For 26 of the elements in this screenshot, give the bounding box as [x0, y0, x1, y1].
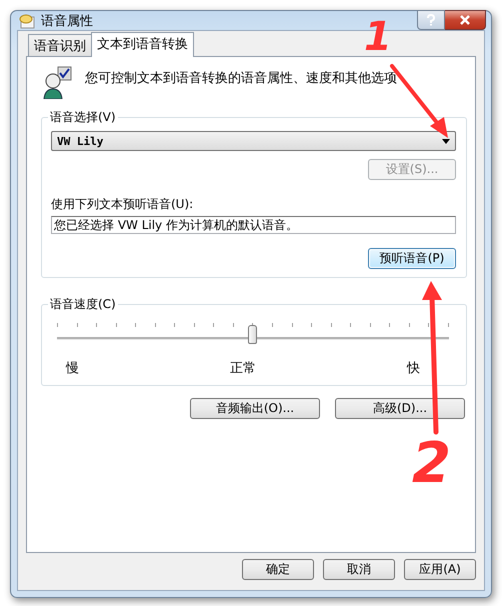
dialog-button[interactable]: 应用(A) [404, 559, 476, 580]
preview-label: 使用下列文本预听语音(U): [51, 196, 194, 213]
voice-dropdown[interactable]: VW Lily [51, 131, 456, 151]
speed-label: 正常 [230, 360, 256, 377]
annotation-number: 2 [412, 431, 451, 496]
dialog-button[interactable]: 确定 [242, 559, 314, 580]
slider-thumb[interactable] [248, 325, 257, 344]
tab[interactable]: 语音识别 [28, 34, 92, 56]
help-icon [427, 14, 435, 26]
preview-button[interactable]: 预听语音(P) [368, 248, 456, 269]
description-text: 您可控制文本到语音转换的语音属性、速度和其他选项 [85, 70, 397, 87]
dialog-button[interactable]: 取消 [323, 559, 395, 580]
speed-label: 快 [407, 360, 420, 377]
option-button[interactable]: 高级(D)... [335, 398, 465, 419]
help-button[interactable] [417, 10, 445, 30]
group-title: 语音选择(V) [49, 109, 117, 126]
dropdown-arrow-icon [442, 138, 450, 144]
tab[interactable]: 文本到语音转换 [91, 32, 194, 57]
window-title: 语音属性 [41, 12, 93, 30]
close-icon [459, 15, 471, 25]
preview-text-field[interactable]: 您已经选择 VW Lily 作为计算机的默认语音。 [51, 216, 456, 234]
close-button[interactable] [445, 10, 486, 30]
group-title: 语音速度(C) [49, 296, 117, 313]
annotation-number: 1 [364, 14, 392, 60]
option-button[interactable]: 音频输出(O)... [190, 398, 320, 419]
speed-label: 慢 [66, 360, 79, 377]
